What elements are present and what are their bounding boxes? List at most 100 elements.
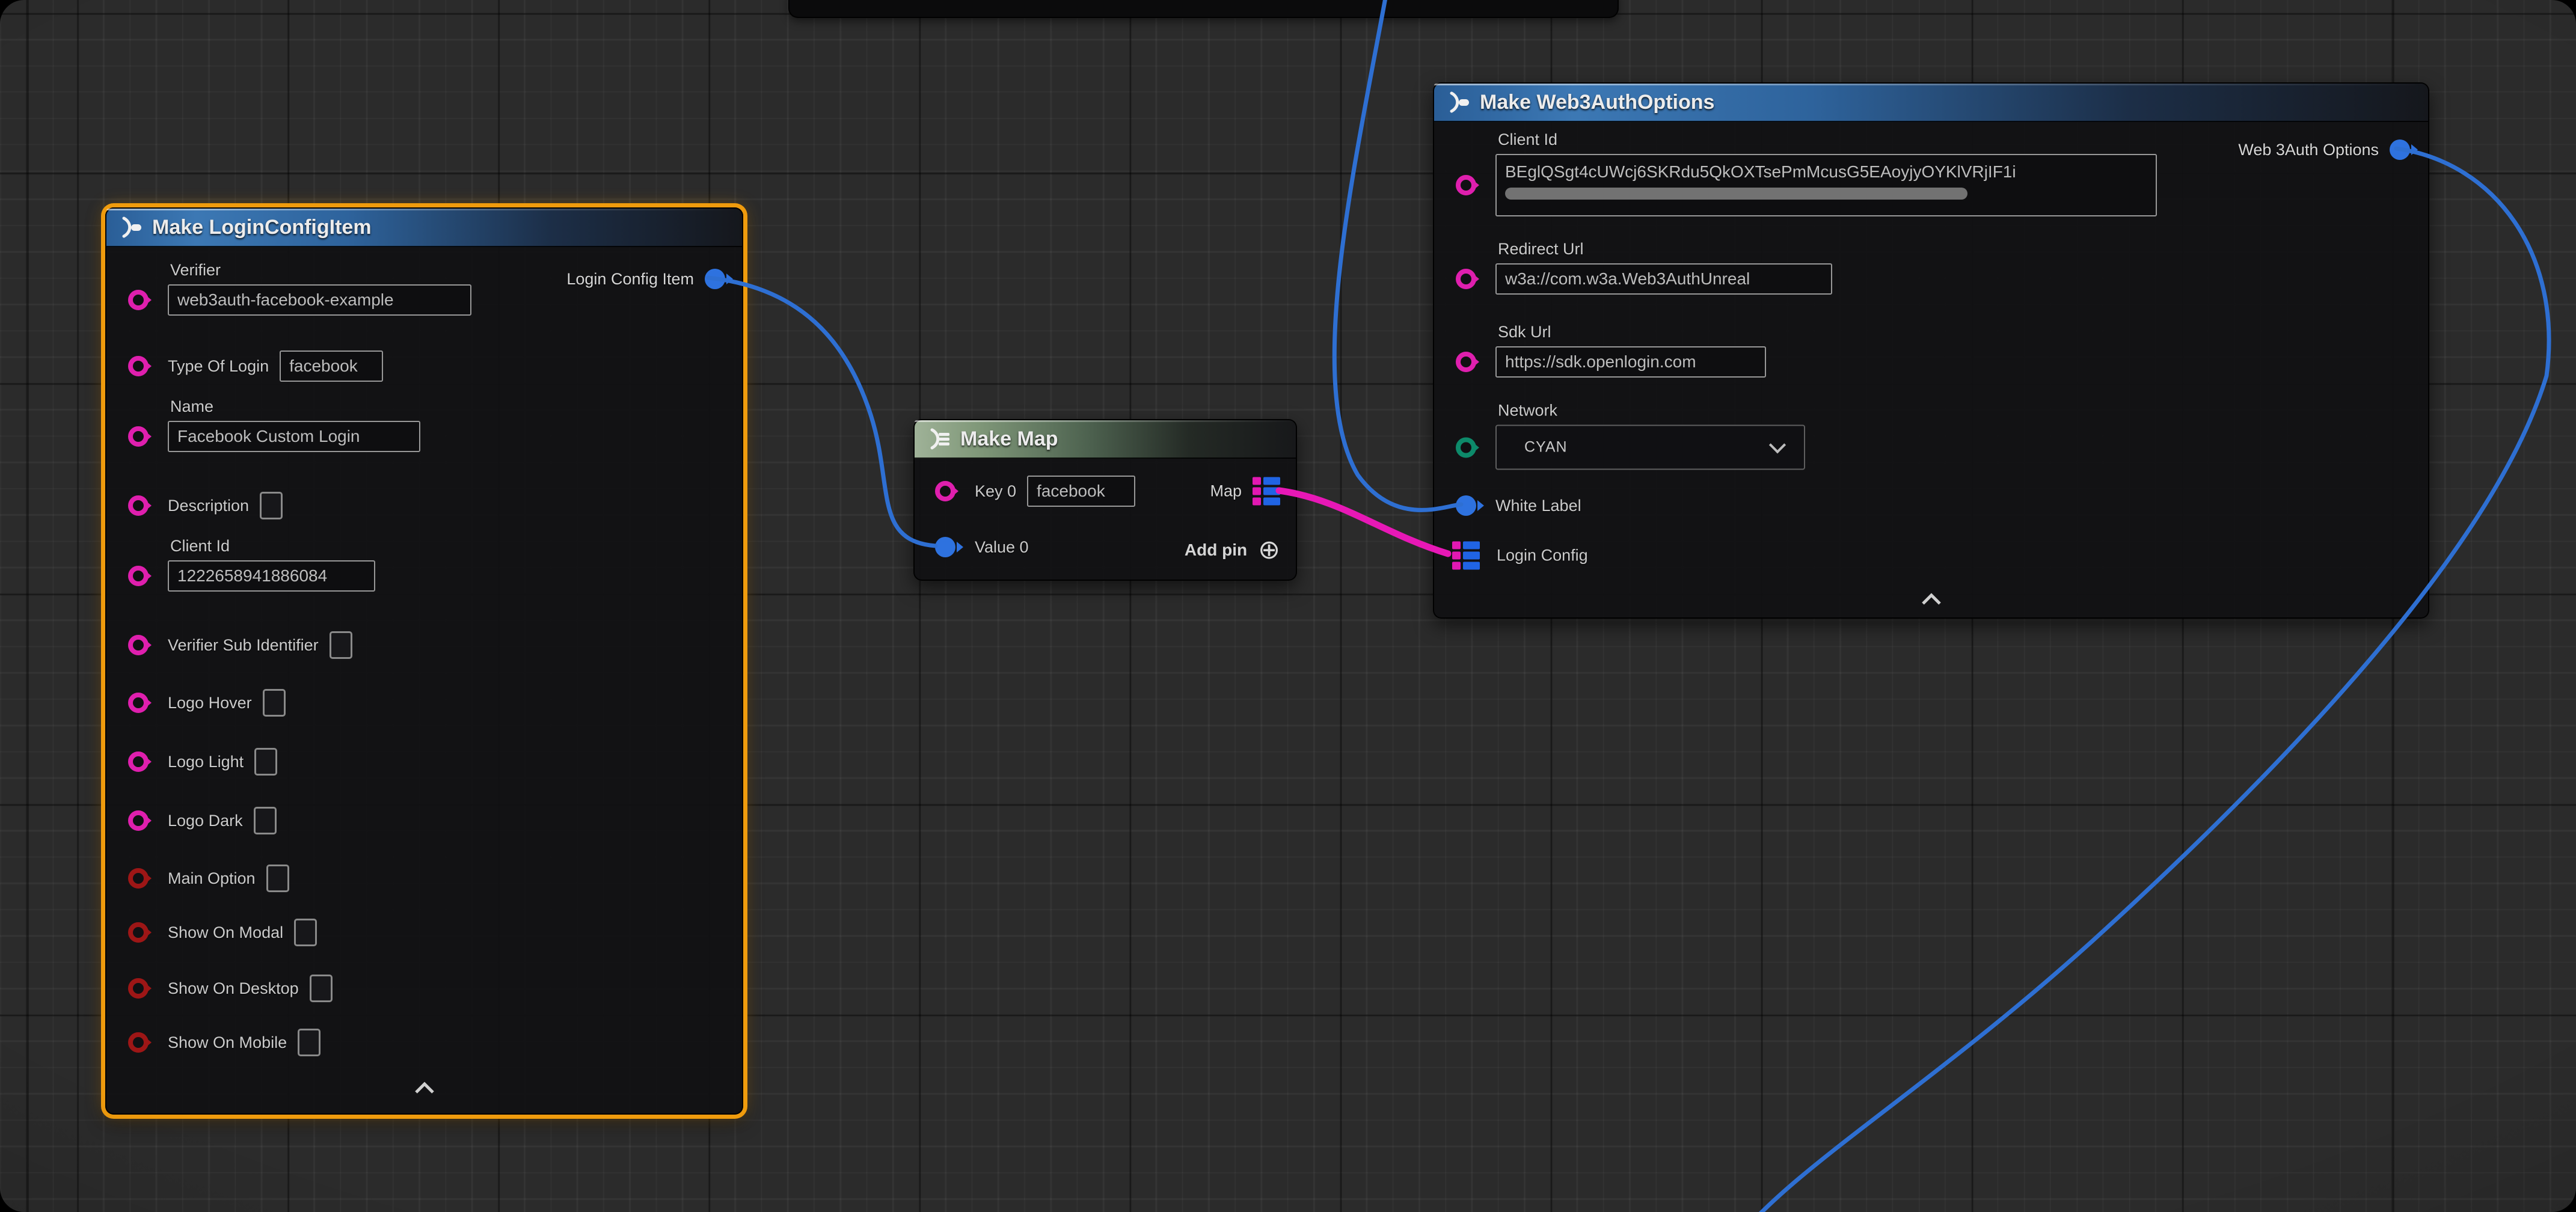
type-of-login-pin[interactable] — [128, 356, 149, 376]
web3auth-options-output-label: Web 3Auth Options — [2238, 141, 2379, 159]
login-config-item-output-pin[interactable] — [705, 269, 725, 289]
collapse-node-chevron-up-icon[interactable] — [1918, 590, 1945, 608]
logo-hover-checkbox[interactable] — [263, 689, 286, 717]
offscreen-node-bottom-edge — [788, 0, 1619, 18]
logo-dark-pin[interactable] — [128, 810, 149, 831]
node-make-map[interactable]: Make Map Key 0 Map Value 0 Add pin ⊕ — [913, 419, 1297, 581]
redirect-url-pin[interactable] — [1456, 269, 1476, 289]
pin-row-client-id: Client Id — [128, 560, 375, 592]
client-id-label: Client Id — [1498, 130, 1557, 149]
white-label-pin[interactable] — [1456, 495, 1476, 516]
blueprint-graph-canvas[interactable]: Make LoginConfigItem Login Config Item V… — [0, 0, 2576, 1212]
logo-dark-checkbox[interactable] — [254, 807, 277, 834]
node-title: Make LoginConfigItem — [152, 216, 372, 239]
logo-dark-label: Logo Dark — [168, 812, 243, 830]
description-checkbox[interactable] — [260, 492, 283, 519]
key0-input[interactable] — [1027, 476, 1135, 507]
logo-light-checkbox[interactable] — [254, 748, 277, 776]
collapse-node-chevron-up-icon[interactable] — [411, 1079, 438, 1097]
client-id-pin[interactable] — [1456, 175, 1476, 195]
sdk-url-input[interactable] — [1495, 346, 1766, 378]
pin-row-description: Description — [128, 492, 283, 519]
pin-row-network: Network CYAN — [1456, 425, 1805, 470]
client-id-input[interactable]: BEglQSgt4cUWcj6SKRdu5QkOXTsePmMcusG5EAoy… — [1495, 154, 2157, 216]
white-label-label: White Label — [1495, 497, 1581, 515]
map-output-row[interactable]: Map — [1210, 477, 1280, 506]
client-id-text: BEglQSgt4cUWcj6SKRdu5QkOXTsePmMcusG5EAoy… — [1505, 158, 2147, 186]
redirect-url-input[interactable] — [1495, 263, 1832, 295]
add-pin-plus-circle-icon[interactable]: ⊕ — [1258, 537, 1280, 563]
network-pin[interactable] — [1456, 437, 1476, 458]
verifier-pin[interactable] — [128, 290, 149, 310]
name-pin[interactable] — [128, 426, 149, 447]
client-id-label: Client Id — [170, 537, 230, 556]
pin-row-key0: Key 0 — [935, 476, 1135, 507]
name-label: Name — [170, 397, 213, 416]
pin-row-white-label: White Label — [1456, 495, 1581, 516]
description-label: Description — [168, 497, 249, 515]
verifier-label: Verifier — [170, 261, 221, 280]
value0-pin[interactable] — [935, 537, 955, 557]
show-on-desktop-checkbox[interactable] — [310, 975, 333, 1002]
network-dropdown[interactable]: CYAN — [1495, 425, 1805, 470]
map-output-pin[interactable] — [1253, 477, 1280, 506]
show-on-mobile-pin[interactable] — [128, 1032, 149, 1053]
value0-label: Value 0 — [975, 538, 1029, 557]
client-id-horizontal-scrollbar[interactable] — [1505, 188, 1967, 200]
show-on-mobile-checkbox[interactable] — [298, 1029, 320, 1056]
type-of-login-label: Type Of Login — [168, 357, 269, 376]
pin-row-logo-hover: Logo Hover — [128, 689, 286, 717]
verifier-sub-identifier-checkbox[interactable] — [330, 631, 352, 659]
node-make-web3authoptions[interactable]: Make Web3AuthOptions Web 3Auth Options C… — [1433, 82, 2429, 619]
main-option-checkbox[interactable] — [266, 865, 289, 892]
redirect-url-label: Redirect Url — [1498, 240, 1584, 259]
make-struct-icon — [118, 215, 143, 239]
pin-row-show-on-desktop: Show On Desktop — [128, 975, 333, 1002]
main-option-pin[interactable] — [128, 868, 149, 889]
add-pin-label: Add pin — [1185, 540, 1247, 560]
node-make-loginconfigitem[interactable]: Make LoginConfigItem Login Config Item V… — [105, 207, 743, 1115]
sdk-url-pin[interactable] — [1456, 352, 1476, 372]
key0-pin[interactable] — [935, 481, 955, 501]
type-of-login-input[interactable] — [280, 350, 383, 382]
web3auth-options-output-pin[interactable] — [2390, 139, 2410, 160]
wire-map-to-login-config[interactable] — [1279, 491, 1448, 554]
node-title: Make Web3AuthOptions — [1480, 91, 1714, 114]
pin-row-verifier: Verifier — [128, 284, 471, 316]
name-input[interactable] — [168, 421, 420, 452]
description-pin[interactable] — [128, 495, 149, 516]
logo-light-pin[interactable] — [128, 751, 149, 772]
add-pin-row[interactable]: Add pin ⊕ — [1185, 537, 1280, 563]
login-config-label: Login Config — [1497, 546, 1588, 565]
pin-row-main-option: Main Option — [128, 865, 289, 892]
output-pin-row[interactable]: Web 3Auth Options — [2238, 139, 2410, 160]
node-header[interactable]: Make LoginConfigItem — [106, 209, 742, 247]
show-on-modal-checkbox[interactable] — [294, 919, 317, 946]
client-id-pin[interactable] — [128, 566, 149, 586]
pin-row-verifier-sub-identifier: Verifier Sub Identifier — [128, 631, 352, 659]
node-header[interactable]: Make Web3AuthOptions — [1434, 84, 2428, 122]
key0-label: Key 0 — [975, 482, 1016, 501]
pin-row-show-on-modal: Show On Modal — [128, 919, 317, 946]
login-config-pin[interactable] — [1452, 542, 1480, 570]
make-map-icon — [927, 427, 951, 451]
client-id-input[interactable] — [168, 560, 375, 592]
verifier-sub-identifier-label: Verifier Sub Identifier — [168, 636, 319, 655]
verifier-sub-identifier-pin[interactable] — [128, 635, 149, 655]
logo-hover-pin[interactable] — [128, 693, 149, 713]
pin-row-name: Name — [128, 421, 420, 452]
show-on-desktop-pin[interactable] — [128, 978, 149, 999]
sdk-url-label: Sdk Url — [1498, 323, 1551, 341]
verifier-input[interactable] — [168, 284, 471, 316]
pin-row-login-config: Login Config — [1452, 542, 1588, 570]
output-pin-row[interactable]: Login Config Item — [566, 269, 725, 289]
show-on-modal-pin[interactable] — [128, 922, 149, 943]
node-header[interactable]: Make Map — [915, 420, 1296, 459]
pin-row-value0: Value 0 — [935, 537, 1029, 557]
make-struct-icon — [1446, 90, 1470, 114]
node-title: Make Map — [960, 427, 1058, 451]
show-on-modal-label: Show On Modal — [168, 923, 283, 942]
pin-row-logo-dark: Logo Dark — [128, 807, 277, 834]
show-on-desktop-label: Show On Desktop — [168, 979, 299, 998]
map-output-label: Map — [1210, 482, 1242, 501]
